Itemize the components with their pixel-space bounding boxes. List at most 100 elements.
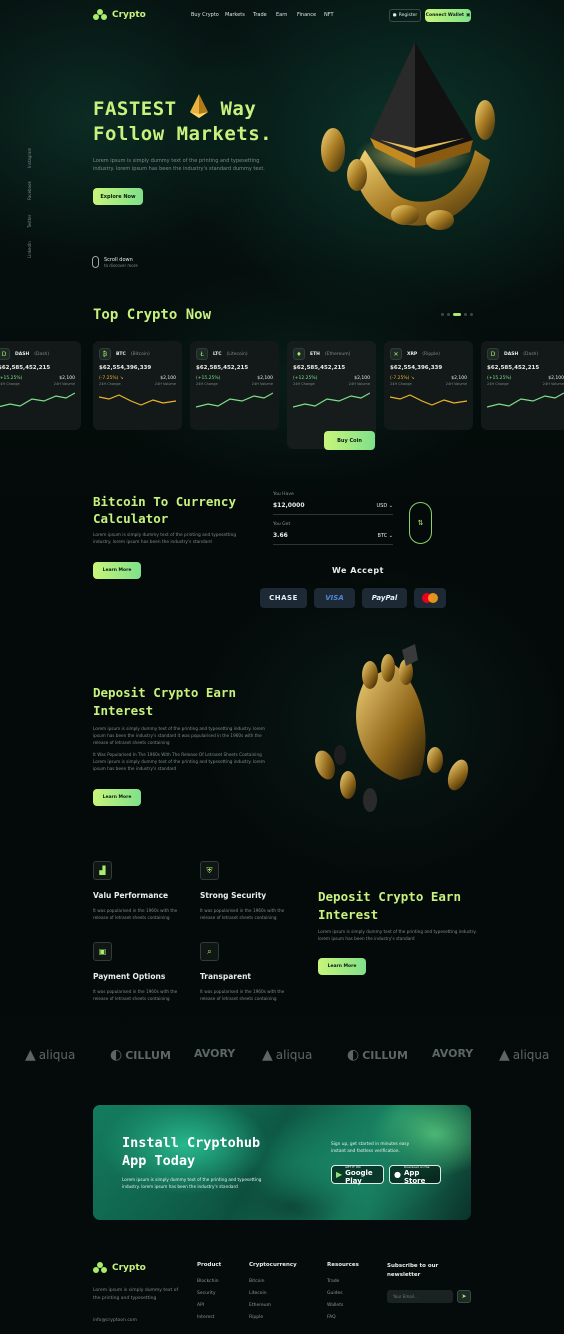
crypto-card-xrp[interactable]: ✕ XRP (Ripple) $62,554,396,339 (-7.25%) ↘ $2,… [384,341,473,430]
coin-price: $62,554,396,339 [390,365,443,371]
newsletter-title: Subscribe to our newsletter [387,1263,439,1278]
feature-description: It was popularised in the 1960s with the… [200,908,285,920]
you-have-value[interactable]: $12,0000 [273,502,305,509]
coin-volume: $2,100 [160,376,176,381]
coin-header: ✕ XRP (Ripple) [390,348,467,360]
mouse-icon [92,256,99,268]
you-get-currency-select[interactable]: BTC ⌄ [378,533,393,539]
app-banner-title-line2: App Today [122,1153,196,1169]
nav-link-buy-crypto[interactable]: Buy Crypto [191,12,219,18]
crypto-card-btc[interactable]: ₿ BTC (Bitcoin) $62,554,396,339 (-7.25%) ↘ $2… [93,341,182,430]
send-icon: ➤ [461,1293,467,1300]
deposit2-description: Lorem ipsum is simply dummy text of the … [318,929,477,941]
paypal-logo: PayPal [362,588,407,608]
social-link-instagram[interactable]: Instagram [27,148,32,168]
cillum-mark-icon: ◐ [347,1047,360,1063]
user-icon: ● [392,13,397,18]
connect-wallet-button[interactable]: Connect Wallet ▣ [425,9,471,22]
footer-link[interactable]: Wallets [327,1303,343,1308]
footer-column-title: Product [197,1262,222,1268]
nav-link-earn[interactable]: Earn [276,12,287,18]
newsletter-email-input[interactable]: Your Email... [387,1290,453,1303]
footer-link[interactable]: Security [197,1291,215,1296]
crypto-card-dash[interactable]: D DASH (Dash) $62,585,452,215 (+15.25%) $2,10… [0,341,81,430]
social-link-facebook[interactable]: Facebook [27,181,32,200]
carousel-dot-active[interactable] [453,313,461,316]
volume-label: 24H Volume [251,382,273,386]
you-have-currency: USD [376,502,388,509]
coin-sparkline [292,392,371,408]
footer-link[interactable]: Ethereum [249,1303,271,1308]
change-label: 24H Change [196,382,218,386]
app-banner-title: Install Cryptohub App Today [122,1134,260,1170]
footer-link[interactable]: Ripple [249,1315,263,1320]
aliqua-mark-icon: ▲ [499,1047,510,1063]
nav-link-markets[interactable]: Markets [225,12,245,18]
app-store-button[interactable]: ● Download on the App Store [389,1165,441,1185]
calculator-learn-more-button[interactable]: Learn More [93,562,141,579]
app-banner-side-text: Sign up, get started in minutes easy ins… [331,1142,410,1154]
footer-link[interactable]: Guides [327,1291,343,1296]
register-button[interactable]: ● Register [389,9,421,22]
you-have-field[interactable]: You Have $12,0000 USD ⌄ [273,492,393,515]
coin-name: (Dash) [523,351,539,357]
sparkline-path [98,394,177,406]
deposit2-learn-more-button[interactable]: Learn More [318,958,366,975]
footer-link[interactable]: FAQ [327,1315,336,1320]
aliqua-mark-icon: ▲ [262,1047,273,1063]
feature-title: Transparent [200,972,251,981]
footer-link[interactable]: Blockchin [197,1279,219,1284]
feature-description: It was popularised in the 1960s with the… [93,989,178,1001]
footer-logo[interactable]: Crypto [93,1262,146,1274]
footer-link[interactable]: Interest [197,1315,214,1320]
footer-email[interactable]: info@cryptoon.com [93,1318,137,1323]
you-have-currency-select[interactable]: USD ⌄ [377,503,393,509]
you-get-field[interactable]: You Get 3.66 BTC ⌄ [273,522,393,545]
explore-now-button[interactable]: Explore Now [93,188,143,205]
coin-name: (Ethereum) [324,351,351,357]
footer-link[interactable]: API [197,1303,204,1308]
change-label: 24H Change [293,382,315,386]
crypto-card-ltc[interactable]: Ł LTC (Litecoin) $62,585,452,215 (+15.25%) $2… [190,341,279,430]
carousel-dot[interactable] [447,313,450,316]
carousel-dot[interactable] [441,313,444,316]
bitcoin-icon: ₿ [99,348,111,360]
nav-logo[interactable]: Crypto [93,9,146,21]
footer-link[interactable]: Trade [327,1279,339,1284]
app-banner-title-line1: Install Cryptohub [122,1135,261,1151]
footer-link[interactable]: Litecoin [249,1291,267,1296]
google-play-button[interactable]: ▶ GET IT ON Google Play [331,1165,384,1185]
volume-label: 24H Volume [348,382,370,386]
carousel-dots[interactable] [441,313,473,316]
footer-brand-name: Crypto [112,1263,146,1273]
google-play-icon: ▶ [336,1170,343,1179]
brand-logo-cillum: ◐ CILLUM [347,1047,408,1063]
calculator-description: Lorem ipsum is simply dummy text of the … [93,533,237,545]
swap-arrows-icon: ⇅ [417,519,424,527]
carousel-dot[interactable] [464,313,467,316]
brand-logo-aliqua: ▲ aliqua [262,1047,312,1063]
social-link-twitter[interactable]: Twitter [27,215,32,228]
buy-coin-button[interactable]: Buy Coin [324,431,375,450]
deposit-learn-more-button[interactable]: Learn More [93,789,141,806]
coin-sparkline [195,392,274,408]
carousel-dot[interactable] [470,313,473,316]
coin-symbol: LTC [213,351,222,357]
swap-currency-button[interactable]: ⇅ [409,502,432,544]
feature-title: Valu Performance [93,891,169,900]
coin-name: (Ripple) [422,351,440,357]
nav-link-trade[interactable]: Trade [253,12,267,18]
scroll-down-indicator[interactable]: Scroll down to discover more [92,256,138,268]
newsletter-submit-button[interactable]: ➤ [457,1290,471,1303]
nav-link-nft[interactable]: NFT [324,12,334,18]
feature-description: It was popularised in the 1960s with the… [93,908,178,920]
ripple-icon: ✕ [390,348,402,360]
logo-icon [93,9,108,21]
footer-link[interactable]: Bitcoin [249,1279,264,1284]
social-link-linkedin[interactable]: LinkedIn [27,241,32,258]
coin-sparkline [389,394,468,406]
crypto-card-dash[interactable]: D DASH (Dash) $62,585,452,215 (+15.25%) $2,10… [481,341,564,430]
nav-link-finance[interactable]: Finance [297,12,316,18]
you-get-value[interactable]: 3.66 [273,532,288,539]
coin-sparkline [486,392,564,408]
